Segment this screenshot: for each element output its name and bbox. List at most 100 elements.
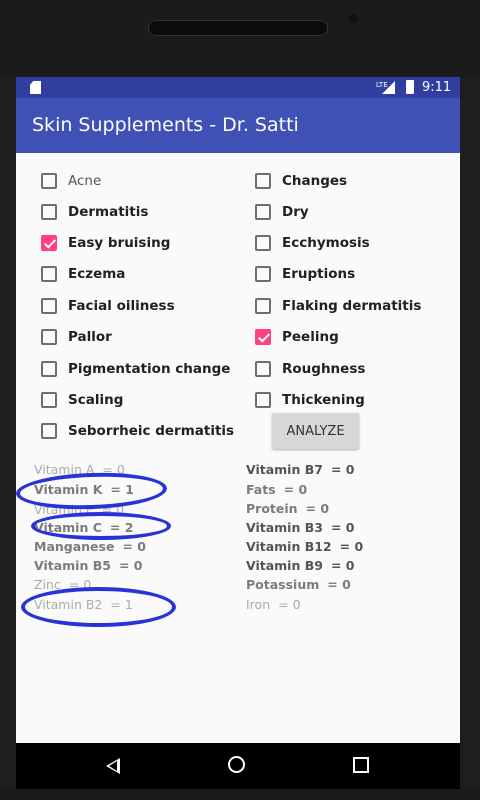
checkbox-label: Ecchymosis <box>282 235 370 251</box>
checkbox-box[interactable] <box>255 266 271 282</box>
checkbox-box-checked[interactable] <box>255 329 271 345</box>
checkbox-box[interactable] <box>41 298 57 314</box>
result-vitamin-b3: Vitamin B3 = 0 <box>246 520 354 535</box>
checkbox-label: Eczema <box>68 266 126 282</box>
checkbox-box[interactable] <box>41 423 57 439</box>
result-label: Vitamin B5 <box>34 558 111 573</box>
result-potassium: Potassium = 0 <box>246 577 351 592</box>
checkbox-box[interactable] <box>255 173 271 189</box>
checkbox-label: Pigmentation change <box>68 361 231 377</box>
checkbox-eczema[interactable]: Eczema <box>41 260 125 288</box>
result-protein: Protein = 0 <box>246 501 329 516</box>
checkbox-box[interactable] <box>255 392 271 408</box>
result-label: Potassium <box>246 577 320 592</box>
result-label: Iron <box>246 597 271 612</box>
result-value: = 0 <box>327 577 351 592</box>
checkbox-easy-bruising[interactable]: Easy bruising <box>41 229 170 257</box>
checkbox-box[interactable] <box>41 266 57 282</box>
result-value: = 0 <box>330 520 355 535</box>
sd-card-icon <box>30 81 41 94</box>
checkbox-box[interactable] <box>255 204 271 220</box>
checkbox-acne[interactable]: Acne <box>41 167 101 195</box>
phone-bezel-bottom <box>0 789 480 800</box>
result-vitamin-b7: Vitamin B7 = 0 <box>246 462 354 477</box>
checkbox-dry[interactable]: Dry <box>255 198 309 226</box>
result-label: Fats <box>246 482 276 497</box>
result-label: Manganese <box>34 539 115 554</box>
result-fats: Fats = 0 <box>246 482 307 497</box>
checkbox-label: Changes <box>282 173 348 189</box>
checkbox-box[interactable] <box>255 361 271 377</box>
result-value: = 0 <box>330 558 355 573</box>
network-type: LTE <box>376 81 388 89</box>
checkbox-box[interactable] <box>255 298 271 314</box>
result-value: = 0 <box>339 539 364 554</box>
checkbox-eruptions[interactable]: Eruptions <box>255 260 355 288</box>
recent-apps-icon[interactable] <box>353 757 369 773</box>
result-label: Vitamin B9 <box>246 558 323 573</box>
status-time: 9:11 <box>422 80 452 95</box>
analyze-button[interactable]: ANALYZE <box>272 413 359 449</box>
checkbox-box-checked[interactable] <box>41 235 57 251</box>
checkbox-peeling[interactable]: Peeling <box>255 323 339 351</box>
checkbox-box[interactable] <box>41 173 57 189</box>
status-bar: LTE 9:11 <box>16 77 460 98</box>
checkbox-label: Easy bruising <box>68 235 171 251</box>
app-title: Skin Supplements - Dr. Satti <box>32 114 299 136</box>
checkbox-box[interactable] <box>255 235 271 251</box>
result-vitamin-b9: Vitamin B9 = 0 <box>246 558 354 573</box>
home-icon[interactable] <box>228 756 245 773</box>
navigation-bar <box>16 743 460 789</box>
checkbox-label: Seborrheic dermatitis <box>68 423 235 439</box>
checkbox-ecchymosis[interactable]: Ecchymosis <box>255 229 370 257</box>
checkbox-facial-oiliness[interactable]: Facial oiliness <box>41 292 175 320</box>
checkbox-label: Scaling <box>68 392 124 408</box>
battery-icon <box>406 80 414 94</box>
checkbox-label: Flaking dermatitis <box>282 298 422 314</box>
front-sensor <box>349 14 358 23</box>
annotation-circle-vitamin-b2 <box>21 587 176 627</box>
result-value: = 0 <box>305 501 330 516</box>
result-label: Protein <box>246 501 298 516</box>
result-iron: Iron = 0 <box>246 597 301 612</box>
checkbox-pallor[interactable]: Pallor <box>41 323 112 351</box>
checkbox-seborrheic-dermatitis[interactable]: Seborrheic dermatitis <box>41 417 234 445</box>
checkbox-dermatitis[interactable]: Dermatitis <box>41 198 148 226</box>
checkbox-label: Facial oiliness <box>68 298 175 314</box>
checkbox-thickening[interactable]: Thickening <box>255 386 365 414</box>
checkbox-flaking-dermatitis[interactable]: Flaking dermatitis <box>255 292 421 320</box>
back-icon[interactable] <box>106 758 120 774</box>
checkbox-box[interactable] <box>41 204 57 220</box>
annotation-circle-vitamin-c <box>31 512 171 540</box>
checkbox-box[interactable] <box>41 329 57 345</box>
result-value: = 0 <box>330 462 355 477</box>
checkbox-changes[interactable]: Changes <box>255 167 347 195</box>
checkbox-label: Thickening <box>282 392 365 408</box>
result-vitamin-b12: Vitamin B12 = 0 <box>246 539 363 554</box>
checkbox-label: Dermatitis <box>68 204 149 220</box>
checkbox-label: Acne <box>68 173 102 189</box>
earpiece-speaker <box>148 20 328 36</box>
result-value: = 0 <box>122 539 146 554</box>
result-value: = 0 <box>118 558 143 573</box>
device-screen: LTE 9:11 Skin Supplements - Dr. Satti Ac… <box>16 77 460 743</box>
result-manganese: Manganese = 0 <box>34 539 146 554</box>
checkbox-box[interactable] <box>41 392 57 408</box>
result-value: = 0 <box>283 482 308 497</box>
app-bar: Skin Supplements - Dr. Satti <box>16 98 460 153</box>
result-vitamin-b5: Vitamin B5 = 0 <box>34 558 142 573</box>
checkbox-box[interactable] <box>41 361 57 377</box>
result-label: Vitamin B7 <box>246 462 323 477</box>
result-label: Vitamin B3 <box>246 520 323 535</box>
result-value: = 0 <box>278 597 301 612</box>
checkbox-scaling[interactable]: Scaling <box>41 386 123 414</box>
result-label: Vitamin B12 <box>246 539 332 554</box>
checkbox-label: Peeling <box>282 329 339 345</box>
checkbox-label: Roughness <box>282 361 366 377</box>
checkbox-label: Dry <box>282 204 309 220</box>
checkbox-pigmentation-change[interactable]: Pigmentation change <box>41 355 230 383</box>
checkbox-label: Pallor <box>68 329 112 345</box>
checkbox-label: Eruptions <box>282 266 356 282</box>
checkbox-roughness[interactable]: Roughness <box>255 355 365 383</box>
phone-bezel-top <box>0 0 480 78</box>
